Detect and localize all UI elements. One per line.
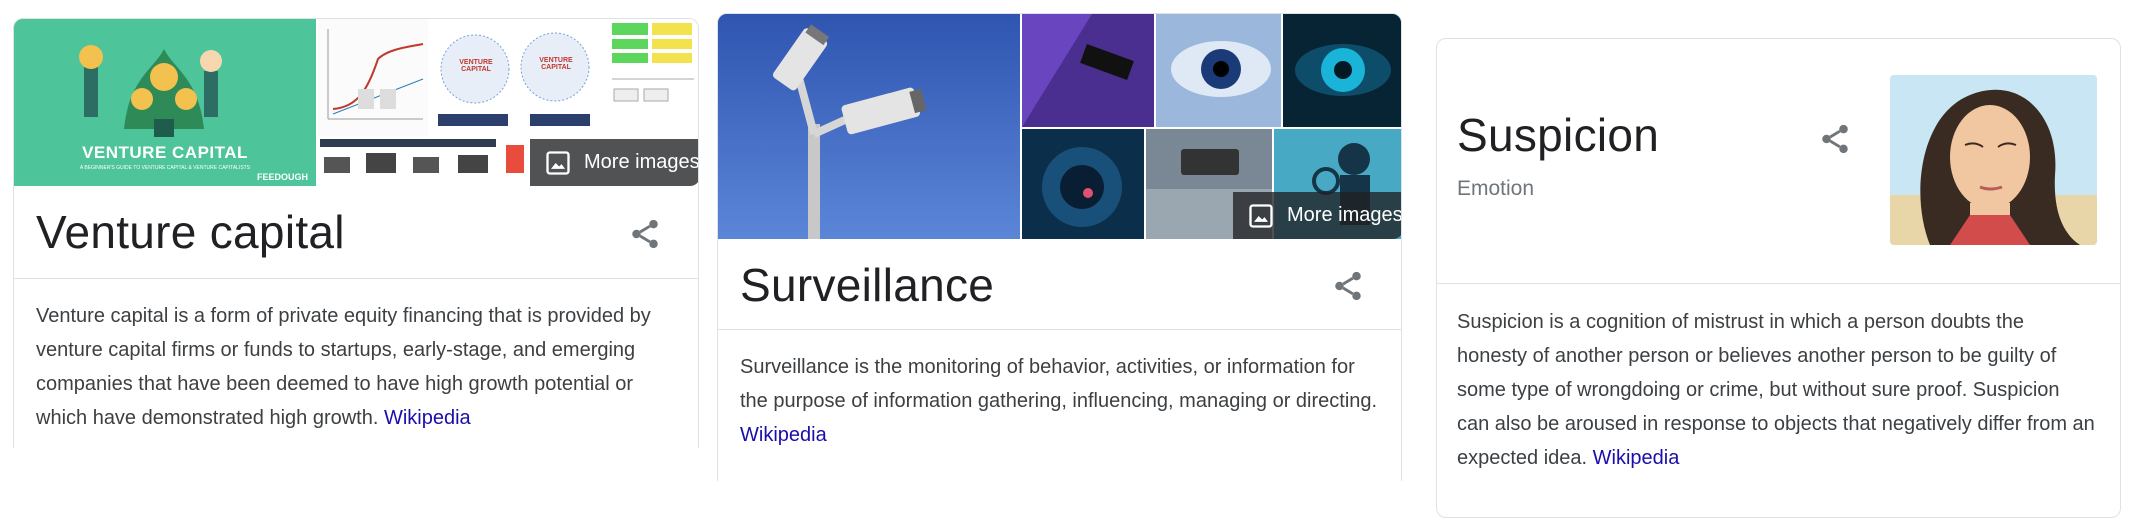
diagram-label-left: VENTURE CAPITAL: [459, 59, 493, 73]
card-title: Venture capital: [36, 206, 345, 258]
knowledge-card-suspicion: Suspicion Emotion Suspicion is a cogniti…: [1436, 38, 2121, 518]
wikipedia-link[interactable]: Wikipedia: [740, 424, 827, 446]
image-icon: [1249, 203, 1273, 228]
vc-figure-thumbnail[interactable]: [500, 139, 530, 186]
vc-process-thumbnail[interactable]: [318, 139, 498, 186]
venture-capital-illustration[interactable]: VENTURE CAPITAL A BEGINNER'S GUIDE TO VE…: [14, 19, 316, 186]
description-text: Surveillance is the monitoring of behavi…: [740, 356, 1378, 412]
description-text: Suspicion is a cognition of mistrust in …: [1457, 311, 2095, 469]
more-images-button[interactable]: More images: [530, 139, 699, 186]
surveillance-camera-photo[interactable]: [718, 14, 1020, 239]
cyber-eye-thumbnail[interactable]: [1283, 14, 1401, 127]
more-images-label: More images: [584, 151, 699, 173]
card-description: Surveillance is the monitoring of behavi…: [740, 350, 1380, 452]
image-icon: [546, 150, 570, 175]
description-text: Venture capital is a form of private equ…: [36, 305, 651, 429]
divider: [718, 329, 1401, 330]
knowledge-card-venture-capital: VENTURE CAPITAL A BEGINNER'S GUIDE TO VE…: [13, 18, 699, 448]
share-icon[interactable]: [628, 216, 662, 252]
vc-flowchart-thumbnail[interactable]: [604, 19, 698, 137]
digital-eye-thumbnail[interactable]: [1156, 14, 1281, 127]
knowledge-card-surveillance: More images Surveillance Surveillance is…: [717, 13, 1402, 481]
divider: [14, 278, 698, 279]
suspicion-woman-illustration[interactable]: [1890, 75, 2097, 245]
more-images-label: More images: [1287, 204, 1402, 226]
card-title: Surveillance: [740, 259, 995, 311]
card-title: Suspicion: [1457, 109, 1660, 161]
vc-chart-thumbnail[interactable]: [318, 19, 428, 137]
share-icon[interactable]: [1818, 121, 1852, 157]
divider: [1437, 283, 2120, 284]
camera-lens-thumbnail[interactable]: [1022, 129, 1144, 239]
image-brand: FEEDOUGH: [256, 172, 308, 182]
card-description: Venture capital is a form of private equ…: [36, 299, 676, 435]
wikipedia-link[interactable]: Wikipedia: [384, 407, 471, 429]
diagram-label-right: VENTURE CAPITAL: [539, 57, 573, 71]
wikipedia-link[interactable]: Wikipedia: [1593, 447, 1680, 469]
card-description: Suspicion is a cognition of mistrust in …: [1457, 305, 2097, 475]
more-images-button[interactable]: More images: [1233, 192, 1402, 239]
cctv-illustration-thumbnail[interactable]: [1022, 14, 1154, 127]
image-caption: A BEGINNER'S GUIDE TO VENTURE CAPITAL & …: [79, 165, 251, 171]
vc-diagram-thumbnail[interactable]: VENTURE CAPITAL VENTURE CAPITAL: [430, 19, 602, 137]
image-heading: VENTURE CAPITAL: [82, 143, 248, 162]
card-subtitle: Emotion: [1457, 177, 1535, 200]
share-icon[interactable]: [1331, 268, 1365, 304]
